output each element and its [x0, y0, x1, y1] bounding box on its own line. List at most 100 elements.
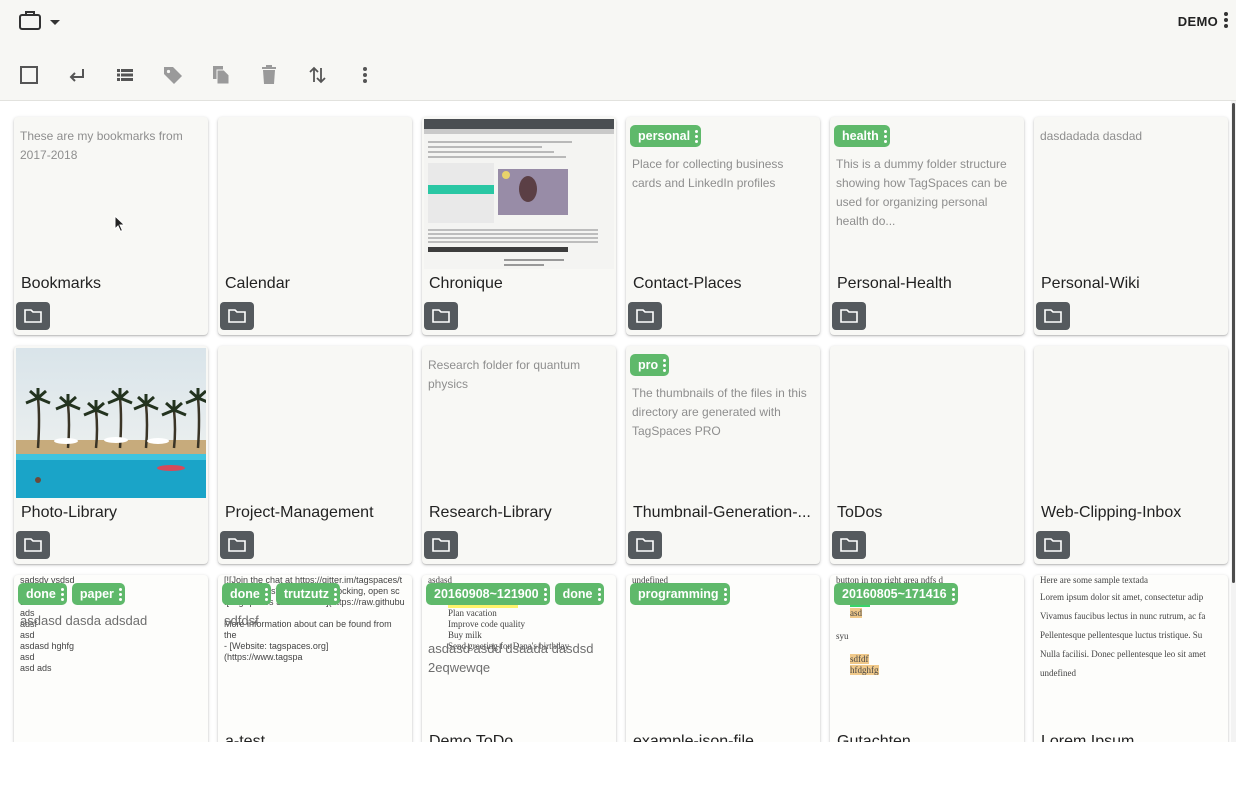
- tag-chip[interactable]: programming: [630, 583, 730, 605]
- preview-line: asd: [836, 608, 1018, 619]
- tag-icon: [164, 67, 182, 84]
- tag-list: done trutzutz: [222, 583, 408, 605]
- more-vert-icon[interactable]: [60, 587, 64, 601]
- delete-button[interactable]: [257, 63, 281, 87]
- open-folder-button[interactable]: [1036, 302, 1070, 330]
- file-card[interactable]: asdasdExample ToDo list:Call Alice at 9a…: [422, 575, 616, 742]
- tag-chip[interactable]: 20160805~171416: [834, 583, 958, 605]
- more-vert-icon[interactable]: [597, 587, 601, 601]
- folder-card[interactable]: health This is a dummy folder structure s…: [830, 117, 1024, 335]
- top-bar: DEMO: [0, 0, 1236, 101]
- account-label: DEMO: [1177, 13, 1218, 29]
- more-vert-icon[interactable]: [118, 587, 122, 601]
- tag-label: done: [230, 587, 260, 601]
- folder-card[interactable]: Chronique: [422, 117, 616, 335]
- preview-line: asd: [20, 652, 35, 662]
- tag-chip[interactable]: done: [18, 583, 67, 605]
- folder-card[interactable]: ToDos: [830, 346, 1024, 564]
- tag-chip[interactable]: personal: [630, 125, 702, 147]
- pool-with-palm-trees-thumbnail: [16, 348, 206, 498]
- folder-icon: [840, 309, 858, 323]
- card-title: Thumbnail-Generation-...: [633, 504, 811, 521]
- sort-button[interactable]: [305, 63, 329, 87]
- file-card[interactable]: undefined programming example-json-file: [626, 575, 820, 742]
- open-folder-button[interactable]: [220, 531, 254, 559]
- folder-card[interactable]: pro The thumbnails of the files in this d…: [626, 346, 820, 564]
- tag-label: paper: [79, 587, 114, 601]
- preview-line: Nulla facilisi. Donec pellentesque leo s…: [1040, 649, 1206, 659]
- card-title: Calendar: [225, 275, 290, 292]
- card-description: Research folder for quantum physics: [428, 358, 581, 391]
- card-title: ToDos: [837, 504, 883, 521]
- vertical-scrollbar[interactable]: [1231, 101, 1236, 742]
- more-vert-icon[interactable]: [883, 129, 887, 143]
- view-mode-button[interactable]: [113, 63, 137, 87]
- more-vert-icon[interactable]: [543, 587, 547, 601]
- open-folder-button[interactable]: [16, 531, 50, 559]
- open-folder-button[interactable]: [628, 531, 662, 559]
- folder-card[interactable]: Calendar: [218, 117, 412, 335]
- tag-chip[interactable]: health: [834, 125, 890, 147]
- open-folder-button[interactable]: [832, 531, 866, 559]
- parent-folder-button[interactable]: [65, 63, 89, 87]
- tag-list: 20160805~171416: [834, 583, 1020, 605]
- card-thumbnail: [16, 348, 206, 498]
- open-folder-button[interactable]: [424, 531, 458, 559]
- more-vert-icon[interactable]: [723, 587, 727, 601]
- folder-card[interactable]: Research folder for quantum physics Resea…: [422, 346, 616, 564]
- open-folder-button[interactable]: [1036, 531, 1070, 559]
- folder-card[interactable]: personal Place for collecting business ca…: [626, 117, 820, 335]
- file-card[interactable]: sadsdv vsdsdasdasdadsadsfasdasdasd hghfg…: [14, 575, 208, 742]
- file-card[interactable]: button in top right area ndfs dasdasdsda…: [830, 575, 1024, 742]
- highlighted-text: sdfdf: [850, 654, 869, 664]
- folder-card[interactable]: Project-Management: [218, 346, 412, 564]
- location-switcher[interactable]: [18, 10, 60, 34]
- briefcase-icon: [18, 9, 42, 36]
- tag-button[interactable]: [161, 63, 185, 87]
- open-folder-button[interactable]: [16, 302, 50, 330]
- folder-card[interactable]: Photo-Library: [14, 346, 208, 564]
- card-title: Contact-Places: [633, 275, 742, 292]
- tag-chip[interactable]: pro: [630, 354, 670, 376]
- card-description: The thumbnails of the files in this dire…: [632, 386, 807, 438]
- open-folder-button[interactable]: [628, 302, 662, 330]
- file-card[interactable]: [![Join the chat at https://gitter.im/ta…: [218, 575, 412, 742]
- copy-button[interactable]: [209, 63, 233, 87]
- tag-label: personal: [638, 129, 691, 143]
- open-folder-button[interactable]: [832, 302, 866, 330]
- file-card[interactable]: Here are some sample textada Lorem ipsum …: [1034, 575, 1228, 742]
- folder-card[interactable]: dasdadada dasdad Personal-Wiki: [1034, 117, 1228, 335]
- sort-arrows-icon: [309, 66, 326, 84]
- more-vert-icon[interactable]: [951, 587, 955, 601]
- card-description: Place for collecting business cards and …: [632, 157, 784, 190]
- scrollbar-thumb[interactable]: [1232, 103, 1235, 583]
- tag-label: 20160805~171416: [842, 587, 947, 601]
- folder-card[interactable]: Web-Clipping-Inbox: [1034, 346, 1228, 564]
- more-vert-icon[interactable]: [264, 587, 268, 601]
- select-all-checkbox[interactable]: [17, 63, 41, 87]
- tag-label: trutzutz: [283, 587, 329, 601]
- checkbox-outline-icon: [20, 66, 38, 84]
- card-title: Demo ToDo: [429, 733, 514, 742]
- tag-list: 20160908~121900 done: [426, 583, 612, 605]
- more-vert-icon[interactable]: [333, 587, 337, 601]
- folder-icon: [228, 309, 246, 323]
- folder-card[interactable]: These are my bookmarks from 2017-2018 Boo…: [14, 117, 208, 335]
- tag-chip[interactable]: paper: [71, 583, 125, 605]
- tag-chip[interactable]: done: [554, 583, 604, 605]
- tag-chip[interactable]: trutzutz: [275, 583, 340, 605]
- card-description: sdfdsf: [224, 613, 259, 628]
- account-menu[interactable]: DEMO: [1178, 10, 1228, 32]
- tag-chip[interactable]: done: [222, 583, 271, 605]
- tag-chip[interactable]: 20160908~121900: [426, 583, 550, 605]
- app-window: DEMO These are my bookmarks from 2017-20…: [0, 0, 1236, 800]
- preview-line: - [Website: tagspaces.org](https://www.t…: [224, 641, 329, 662]
- card-title: a-test: [225, 733, 266, 742]
- more-vert-icon[interactable]: [663, 358, 667, 372]
- open-folder-button[interactable]: [424, 302, 458, 330]
- card-title: Photo-Library: [21, 504, 118, 521]
- more-vert-icon[interactable]: [695, 129, 699, 143]
- preview-line: undefined: [1040, 668, 1076, 678]
- more-button[interactable]: [353, 63, 377, 87]
- open-folder-button[interactable]: [220, 302, 254, 330]
